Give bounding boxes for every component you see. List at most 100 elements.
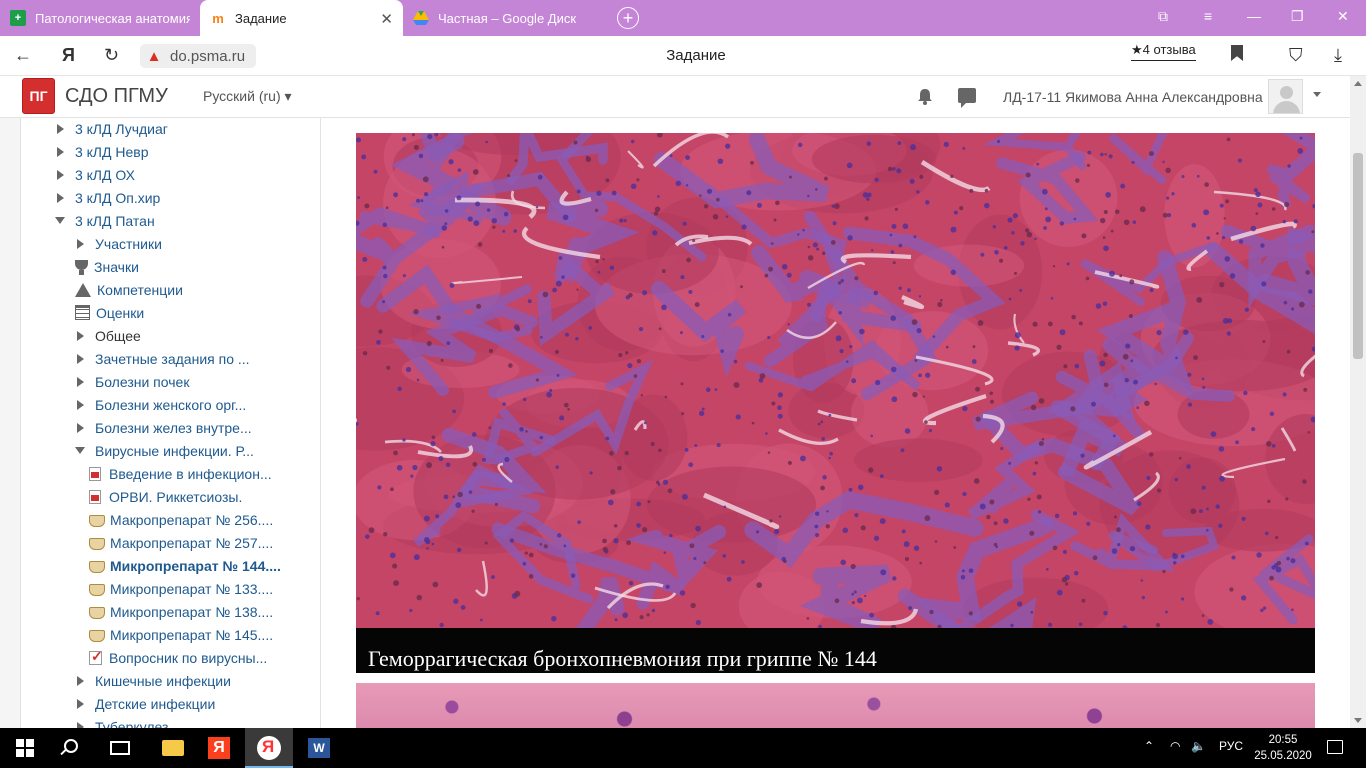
sidebar-item[interactable]: 3 кЛД Патан xyxy=(55,209,155,232)
sidebar-item[interactable]: Микропрепарат № 144.... xyxy=(89,554,281,577)
bookmark-icon[interactable] xyxy=(1231,45,1243,61)
avatar[interactable] xyxy=(1268,79,1303,114)
minimize-icon[interactable]: — xyxy=(1247,8,1261,24)
task-view-icon[interactable] xyxy=(110,741,130,755)
url-field[interactable]: ▲ do.psma.ru xyxy=(140,44,256,68)
windows-start-icon[interactable] xyxy=(16,739,34,757)
scroll-up-icon[interactable] xyxy=(1354,81,1362,86)
extensions-icon[interactable]: ⧉ xyxy=(1158,8,1168,25)
windows-taskbar: Я W ⌃ ◠ 🔈 РУС 20:55 25.05.2020 xyxy=(0,728,1366,768)
site-navbar: ПГ СДО ПГМУ Русский (ru) ▾ ЛД-17-11 Яким… xyxy=(0,76,1350,118)
menu-icon[interactable]: ≡ xyxy=(1204,8,1212,24)
sidebar-item[interactable]: Микропрепарат № 145.... xyxy=(89,623,273,646)
scroll-down-icon[interactable] xyxy=(1354,718,1362,723)
expand-arrow-icon[interactable] xyxy=(77,330,84,341)
tab-pathology[interactable]: + Патологическая анатомия xyxy=(0,0,200,36)
tab-title: Задание xyxy=(235,10,287,26)
expand-arrow-icon[interactable] xyxy=(77,675,84,686)
sidebar-item[interactable]: 3 кЛД Оп.хир xyxy=(55,186,160,209)
sidebar-item-label: Компетенции xyxy=(97,281,183,298)
sidebar-item[interactable]: 3 кЛД Невр xyxy=(55,140,148,163)
new-tab-button[interactable]: + xyxy=(617,7,639,29)
sidebar-item[interactable]: Оценки xyxy=(75,301,144,324)
expand-arrow-icon[interactable] xyxy=(57,123,64,134)
browser-tab-strip: + Патологическая анатомия m Задание ✕ Ча… xyxy=(0,0,1366,36)
sidebar-item[interactable]: Макропрепарат № 257.... xyxy=(89,531,273,554)
window-close-icon[interactable]: ✕ xyxy=(1337,8,1349,25)
tab-google-drive[interactable]: Частная – Google Диск xyxy=(403,0,608,36)
sidebar-item-label: Болезни почек xyxy=(95,373,190,390)
sidebar-item[interactable]: Вирусные инфекции. Р... xyxy=(75,439,254,462)
sidebar-item[interactable]: Зачетные задания по ... xyxy=(75,347,250,370)
sidebar-item[interactable]: 3 кЛД ОХ xyxy=(55,163,135,186)
bell-icon[interactable] xyxy=(917,88,933,105)
expand-arrow-icon[interactable] xyxy=(77,238,84,249)
sidebar-item[interactable]: Участники xyxy=(75,232,162,255)
sidebar-item[interactable]: Значки xyxy=(75,255,139,278)
expand-arrow-icon[interactable] xyxy=(57,169,64,180)
sidebar-item[interactable]: Общее xyxy=(75,324,141,347)
sidebar-item[interactable]: Кишечные инфекции xyxy=(75,669,231,692)
sidebar-item[interactable]: Микропрепарат № 138.... xyxy=(89,600,273,623)
expand-arrow-icon[interactable] xyxy=(57,192,64,203)
back-arrow-icon[interactable]: ← xyxy=(14,45,32,66)
clock[interactable]: 20:55 25.05.2020 xyxy=(1253,732,1313,764)
protect-icon[interactable]: ⛉ xyxy=(1289,45,1303,66)
page-title: Задание xyxy=(666,47,726,64)
expand-arrow-icon[interactable] xyxy=(77,353,84,364)
site-name[interactable]: СДО ПГМУ xyxy=(65,85,168,108)
close-tab-icon[interactable]: ✕ xyxy=(380,10,393,28)
caret-down-icon: ▾ xyxy=(284,88,292,104)
warning-icon[interactable]: ▲ xyxy=(144,47,164,65)
sidebar-item[interactable]: Микропрепарат № 133.... xyxy=(89,577,273,600)
expand-arrow-icon[interactable] xyxy=(57,146,64,157)
restore-icon[interactable]: ❐ xyxy=(1291,8,1304,25)
sidebar-item-label: Детские инфекции xyxy=(95,695,216,712)
input-language[interactable]: РУС xyxy=(1219,739,1243,753)
sidebar-item[interactable]: Болезни почек xyxy=(75,370,189,393)
word-icon[interactable]: W xyxy=(308,738,330,758)
search-icon[interactable] xyxy=(64,739,78,753)
site-logo[interactable]: ПГ xyxy=(22,78,55,114)
sidebar-item[interactable]: Макропрепарат № 256.... xyxy=(89,508,273,531)
tray-up-icon[interactable]: ⌃ xyxy=(1144,739,1154,753)
sidebar-item-label: Микропрепарат № 138.... xyxy=(110,603,274,620)
sidebar-item[interactable]: Введение в инфекцион... xyxy=(89,462,272,485)
tab-assignment[interactable]: m Задание ✕ xyxy=(200,0,403,36)
sidebar-item[interactable]: ОРВИ. Риккетсиозы. xyxy=(89,485,242,508)
expand-arrow-icon[interactable] xyxy=(77,399,84,410)
sidebar-item[interactable]: Вопросник по вирусны... xyxy=(89,646,267,669)
wifi-icon[interactable]: ◠ xyxy=(1170,739,1180,753)
language-menu[interactable]: Русский (ru) ▾ xyxy=(203,88,292,105)
collapse-arrow-icon[interactable] xyxy=(55,217,65,224)
sidebar-item[interactable]: Туберкулез xyxy=(75,715,168,728)
expand-arrow-icon[interactable] xyxy=(77,376,84,387)
user-name[interactable]: ЛД-17-11 Якимова Анна Александровна xyxy=(1003,89,1263,105)
micrograph-image-2 xyxy=(356,683,1315,728)
sidebar-item[interactable]: Детские инфекции xyxy=(75,692,215,715)
reload-icon[interactable]: ↻ xyxy=(104,45,119,66)
scroll-thumb[interactable] xyxy=(1353,153,1363,359)
notifications-icon[interactable] xyxy=(1327,740,1343,754)
volume-icon[interactable]: 🔈 xyxy=(1191,739,1206,753)
yandex-app-icon[interactable]: Я xyxy=(208,737,230,759)
lesson-icon xyxy=(89,607,105,619)
chat-icon[interactable] xyxy=(958,88,976,108)
expand-arrow-icon[interactable] xyxy=(77,422,84,433)
sidebar-item[interactable]: Болезни желез внутре... xyxy=(75,416,252,439)
file-explorer-icon[interactable] xyxy=(162,740,184,756)
expand-arrow-icon[interactable] xyxy=(77,698,84,709)
page-scrollbar[interactable] xyxy=(1350,76,1366,728)
reviews-button[interactable]: ★4 отзыва xyxy=(1131,42,1196,61)
collapse-arrow-icon[interactable] xyxy=(75,447,85,454)
pdf-file-icon xyxy=(89,466,101,481)
sidebar-item[interactable]: Компетенции xyxy=(75,278,183,301)
yandex-icon[interactable]: Я xyxy=(62,45,75,66)
yandex-browser-icon[interactable] xyxy=(257,736,281,760)
user-menu-caret-icon[interactable] xyxy=(1313,92,1321,97)
download-icon[interactable]: ⤓ xyxy=(1334,45,1342,66)
sidebar-item[interactable]: 3 кЛД Лучдиаг xyxy=(55,118,168,140)
sidebar-item-label: Введение в инфекцион... xyxy=(109,465,272,482)
sidebar-item[interactable]: Болезни женского орг... xyxy=(75,393,246,416)
clock-time: 20:55 xyxy=(1268,734,1298,746)
